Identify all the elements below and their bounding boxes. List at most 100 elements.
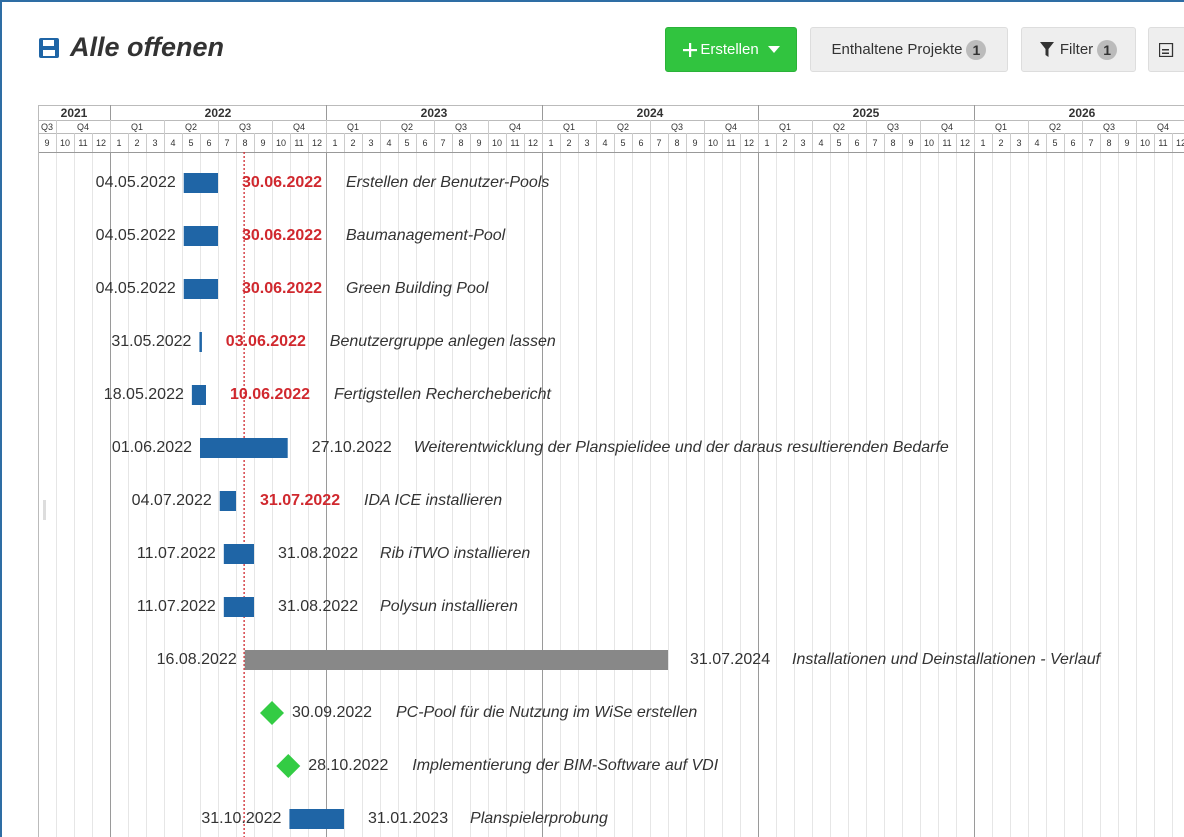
task-name: Erstellen der Benutzer-Pools [346,174,550,191]
quarter-label: Q1 [563,122,575,132]
month-label: 12 [960,138,970,148]
included-projects-label: Enthaltene Projekte [831,41,963,58]
create-button[interactable]: Erstellen [665,27,797,72]
month-label: 9 [692,138,697,148]
task-name: Rib iTWO installieren [380,545,531,562]
month-label: 6 [638,138,643,148]
page-title: Alle offenen [70,32,225,62]
task-name: Implementierung der BIM-Software auf VDI [412,757,719,774]
caret-down-icon [767,45,780,53]
month-label: 1 [764,138,769,148]
filter-icon [1039,42,1054,57]
year-label: 2021 [61,106,88,120]
task-name: PC-Pool für die Nutzung im WiSe erstelle… [396,704,698,721]
month-label: 9 [1124,138,1129,148]
month-label: 7 [656,138,661,148]
month-label: 12 [1176,138,1184,148]
quarter-label: Q1 [995,122,1007,132]
included-projects-button[interactable]: Enthaltene Projekte 1 [810,27,1008,72]
month-label: 2 [350,138,355,148]
task-bar [219,491,237,511]
task-end-date: 27.10.2022 [311,439,392,456]
quarter-label: Q2 [185,122,197,132]
month-label: 3 [152,138,157,148]
month-label: 2 [782,138,787,148]
month-label: 10 [276,138,286,148]
year-label: 2025 [853,106,880,120]
month-label: 6 [854,138,859,148]
task-end-date: 31.07.2022 [260,492,341,509]
month-label: 8 [458,138,463,148]
save-icon[interactable] [38,37,60,59]
task-bar [200,438,288,458]
gantt-chart: 2021 2022 2023 2024 2025 2026 Q3 Q4 Q1 Q2 Q3 Q4 Q1 Q2… [38,105,1184,837]
month-label: 11 [510,138,519,148]
milestone-diamond [260,701,284,725]
month-label: 12 [744,138,754,148]
task-bar [199,332,202,352]
quarter-label: Q3 [1103,122,1115,132]
month-label: 9 [44,138,49,148]
month-label: 4 [386,138,391,148]
month-label: 3 [368,138,373,148]
task-start-date: 04.07.2022 [131,492,212,509]
task-end-date: 03.06.2022 [225,333,306,350]
task-bar [244,650,669,670]
task-name: Planspielerprobung [470,810,608,827]
included-projects-badge: 1 [966,39,987,60]
task-start-date: 01.06.2022 [111,439,192,456]
task-bar [183,279,218,299]
month-label: 9 [908,138,913,148]
year-label: 2022 [205,106,232,120]
task-name: Weiterentwicklung der Planspielidee und … [413,439,949,456]
task-end-date: 30.09.2022 [292,704,373,721]
task-name: Polysun installieren [380,598,518,615]
quarter-label: Q1 [347,122,359,132]
task-start-date: 31.05.2022 [111,333,192,350]
task-name: Green Building Pool [346,280,489,297]
month-label: 12 [96,138,106,148]
month-label: 5 [404,138,409,148]
filter-label: Filter [1059,41,1094,58]
task-end-date: 31.01.2023 [368,810,449,827]
page-header: Alle offenen Erstellen Enthaltene Projek… [0,0,1184,92]
month-label: 12 [312,138,322,148]
task-end-date: 31.08.2022 [278,598,359,615]
task-end-date: 28.10.2022 [308,757,389,774]
month-label: 10 [1140,138,1150,148]
quarter-label: Q1 [779,122,791,132]
year-label: 2026 [1069,106,1096,120]
quarter-label: Q3 [455,122,467,132]
month-label: 8 [674,138,679,148]
task-start-date: 04.05.2022 [95,280,176,297]
month-label: 8 [1106,138,1111,148]
milestone-diamond [276,754,301,778]
task-end-date: 31.08.2022 [278,545,359,562]
plus-icon [683,42,698,57]
task-end-date: 10.06.2022 [230,386,311,403]
task-bar [183,226,218,246]
month-label: 2 [134,138,139,148]
columns-button[interactable] [1148,27,1184,72]
task-start-date: 11.07.2022 [136,598,216,615]
month-label: 3 [584,138,589,148]
quarter-label: Q3 [239,122,251,132]
month-label: 5 [836,138,841,148]
title-area: Alle offenen [38,32,224,63]
quarter-label: Q4 [1157,122,1169,132]
month-label: 11 [78,138,87,148]
year-label: 2024 [637,106,664,120]
task-bar [223,544,255,564]
month-label: 9 [476,138,481,148]
month-label: 11 [942,138,951,148]
filter-button[interactable]: Filter 1 [1021,27,1136,72]
task-end-date: 30.06.2022 [242,174,323,191]
month-label: 7 [224,138,229,148]
quarter-label: Q3 [671,122,683,132]
task-start-date: 11.07.2022 [136,545,216,562]
task-start-date: 18.05.2022 [103,386,184,403]
quarter-label: Q4 [77,122,89,132]
quarter-label: Q3 [41,122,53,132]
month-label: 6 [422,138,427,148]
quarter-label: Q3 [887,122,899,132]
